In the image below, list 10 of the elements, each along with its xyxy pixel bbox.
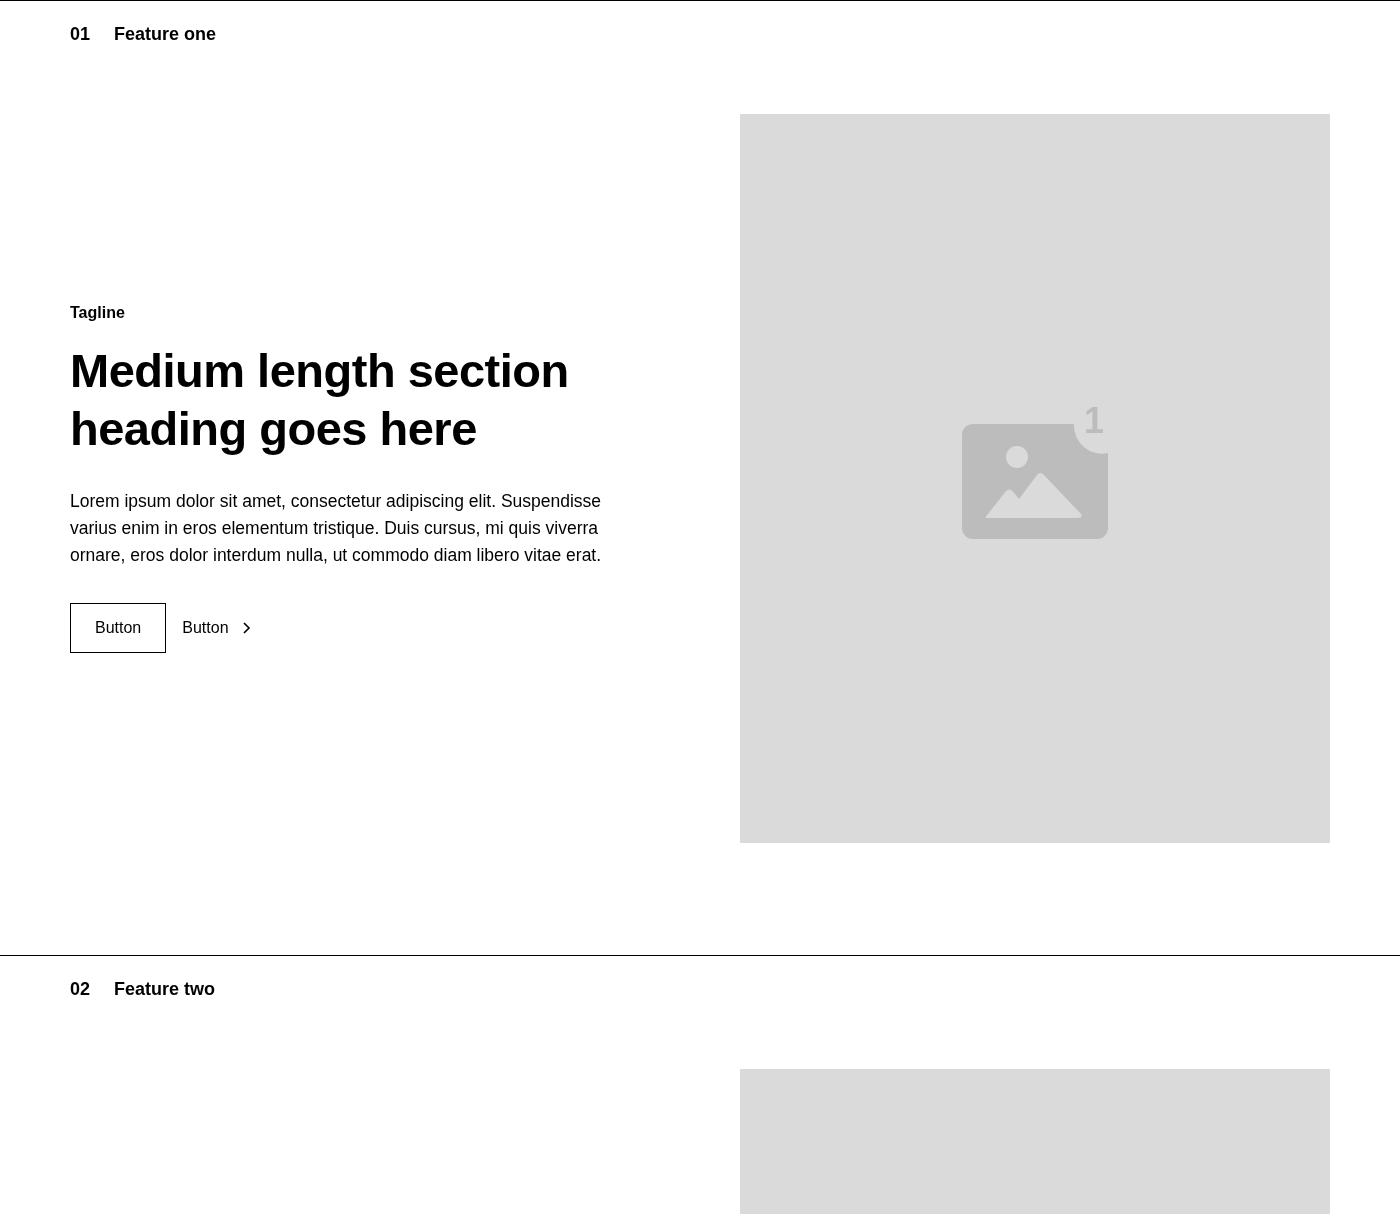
link-button[interactable]: Button xyxy=(182,603,251,653)
section-number: 02 xyxy=(70,978,91,1001)
section-heading: Medium length section heading goes here xyxy=(70,343,570,457)
section-title: Feature two xyxy=(114,978,216,1001)
section-number: 01 xyxy=(70,23,91,46)
outline-button[interactable]: Button xyxy=(70,603,167,653)
tagline: Tagline xyxy=(70,304,126,322)
chevron-right-icon xyxy=(240,621,251,635)
section-title: Feature one xyxy=(114,23,217,46)
body-text: Lorem ipsum dolor sit amet, consectetur adipiscing elit. Suspendisse varius enim in eros elementum tristique. Duis cursus, mi quis viverra ornare, eros dolor interdum nulla, ut commodo diam libero vitae erat. xyxy=(70,490,603,567)
